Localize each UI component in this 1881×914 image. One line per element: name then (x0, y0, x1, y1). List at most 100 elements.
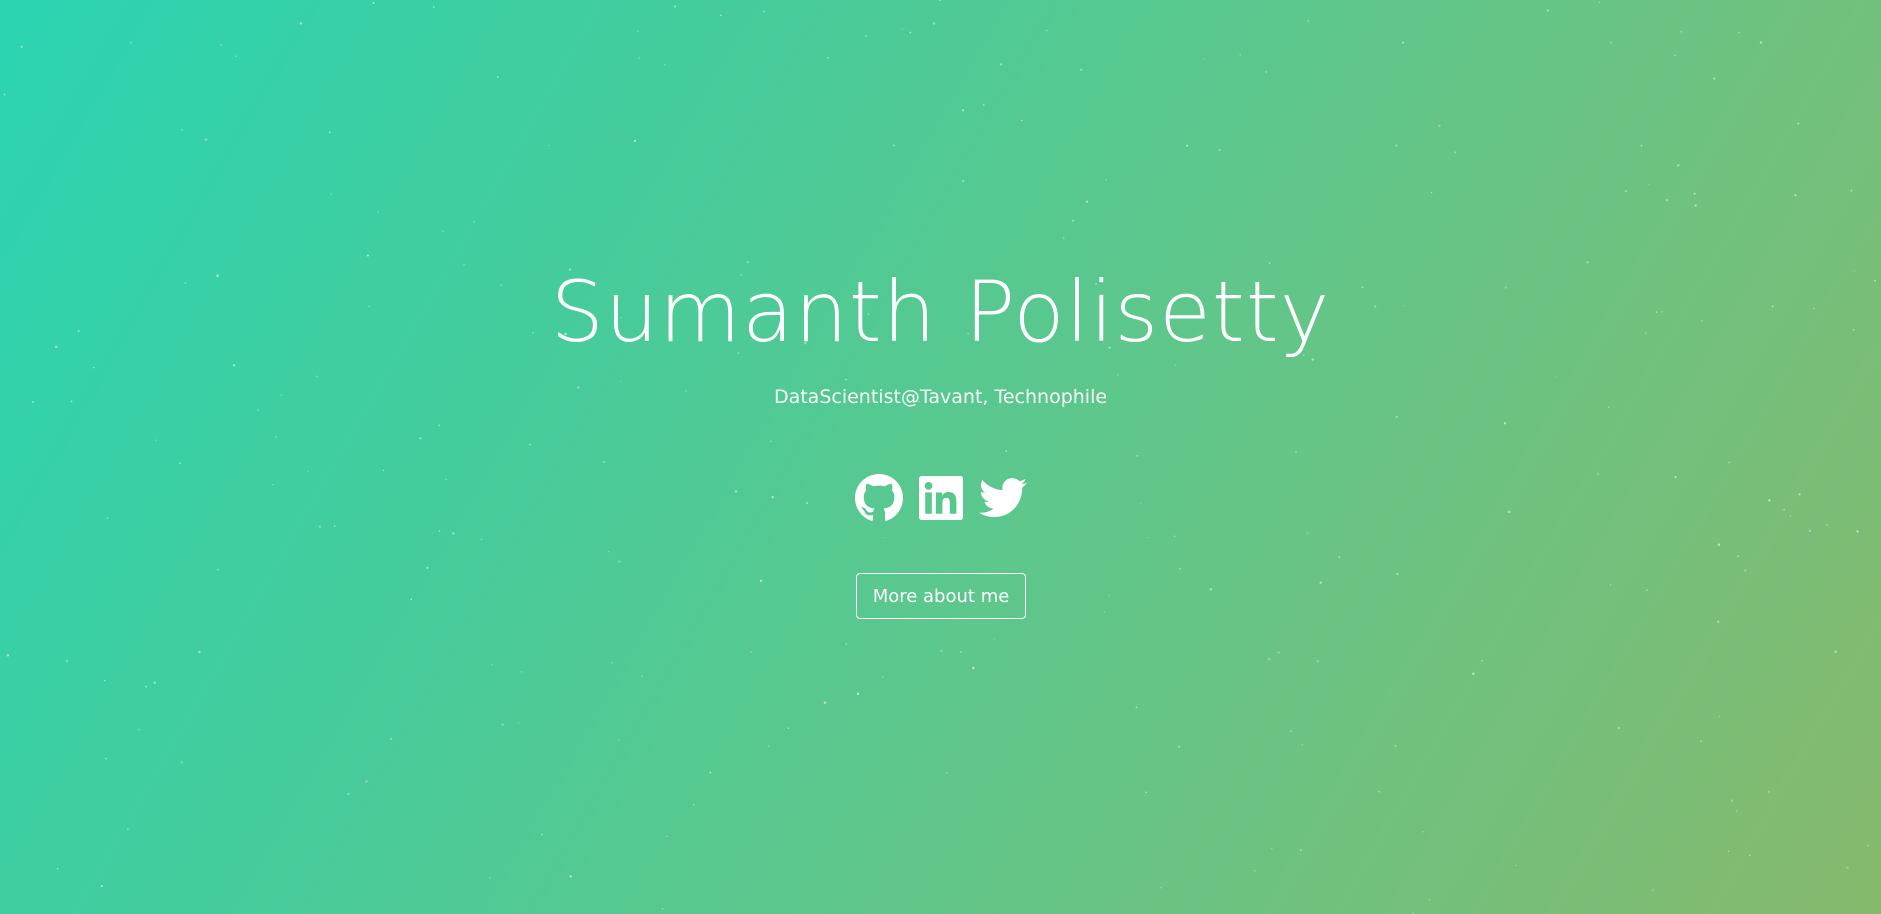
star-particle (275, 435, 277, 438)
star-particle (661, 907, 664, 910)
star-particle (410, 598, 413, 601)
star-particle (56, 867, 59, 870)
star-particle (1271, 847, 1273, 850)
star-particle (105, 757, 107, 760)
star-particle (883, 536, 885, 539)
star-particle (1554, 376, 1557, 378)
star-particle (256, 409, 260, 412)
star-particle (1718, 715, 1721, 718)
star-particle (1394, 744, 1397, 747)
star-particle (1797, 122, 1800, 125)
star-particle (637, 30, 639, 32)
star-particle (1062, 237, 1065, 240)
star-particle (640, 675, 643, 678)
star-particle (347, 792, 350, 796)
star-particle (1338, 556, 1341, 558)
star-particle (1617, 726, 1621, 730)
star-particle (1422, 831, 1424, 833)
star-particle (1767, 790, 1770, 793)
star-particle (138, 728, 140, 731)
star-particle (217, 568, 220, 571)
star-particle (204, 138, 208, 141)
star-particle (1503, 422, 1507, 425)
star-particle (1295, 450, 1298, 453)
star-particle (181, 128, 184, 131)
star-particle (939, 0, 942, 2)
star-particle (179, 462, 181, 464)
star-particle (1428, 898, 1431, 901)
star-particle (664, 64, 666, 66)
star-particle (844, 378, 847, 381)
star-particle (496, 76, 499, 78)
star-particle (1299, 849, 1302, 852)
star-particle (787, 727, 790, 729)
star-particle (674, 5, 677, 8)
star-particle (961, 179, 965, 183)
star-particle (382, 469, 385, 472)
star-particle (1173, 535, 1176, 538)
star-particle (1430, 191, 1433, 194)
star-particle (982, 103, 985, 106)
star-particle (767, 745, 770, 747)
star-particle (315, 375, 318, 378)
star-particle (1267, 657, 1271, 661)
star-particle (999, 63, 1003, 66)
hero-section: Sumanth Polisetty DataScientist@Tavant, … (0, 0, 1881, 914)
star-particle (366, 254, 369, 257)
star-particle (618, 739, 620, 741)
star-particle (865, 35, 867, 37)
star-particle (452, 532, 455, 535)
star-particle (940, 649, 943, 652)
star-particle (1454, 151, 1457, 154)
github-link[interactable] (854, 474, 903, 522)
star-particle (1277, 651, 1280, 654)
star-particle (235, 55, 238, 58)
star-particle (377, 211, 379, 213)
twitter-link[interactable] (978, 474, 1027, 522)
star-particle (693, 804, 695, 806)
star-particle (220, 44, 222, 46)
star-particle (762, 10, 766, 13)
star-particle (330, 193, 332, 196)
star-particle (959, 651, 962, 654)
star-particle (633, 139, 637, 143)
star-particle (882, 676, 884, 679)
star-particle (1808, 529, 1812, 533)
star-particle (1105, 178, 1107, 181)
star-particle (432, 6, 435, 8)
star-particle (1759, 41, 1763, 44)
more-about-me-button[interactable]: More about me (856, 573, 1026, 619)
star-particle (1072, 219, 1075, 222)
star-particle (1085, 200, 1089, 203)
star-particle (901, 28, 904, 31)
star-particle (1395, 415, 1398, 418)
star-particle (1867, 844, 1869, 847)
star-particle (1135, 706, 1138, 709)
star-particle (104, 679, 106, 682)
star-particle (180, 761, 183, 764)
star-particle (1145, 791, 1147, 794)
star-particle (129, 41, 132, 44)
star-particle (1515, 864, 1518, 867)
star-particle (1021, 119, 1023, 122)
star-particle (426, 566, 429, 570)
star-particle (1481, 659, 1483, 662)
star-particle (856, 692, 860, 695)
star-particle (480, 538, 483, 541)
linkedin-link[interactable] (917, 474, 965, 522)
star-particle (372, 2, 375, 4)
star-particle (1319, 581, 1322, 584)
star-particle (1735, 810, 1738, 812)
star-particle (1402, 41, 1405, 44)
star-particle (1646, 589, 1648, 591)
star-particle (438, 424, 440, 427)
star-particle (3, 93, 6, 96)
star-particle (1160, 887, 1162, 889)
star-particle (389, 737, 392, 740)
star-particle (1178, 567, 1181, 570)
hero-tagline: DataScientist@Tavant, Technophile (773, 386, 1108, 408)
star-particle (1174, 364, 1177, 367)
star-particle (823, 701, 827, 704)
linkedin-icon (918, 476, 963, 520)
star-particle (365, 780, 368, 783)
